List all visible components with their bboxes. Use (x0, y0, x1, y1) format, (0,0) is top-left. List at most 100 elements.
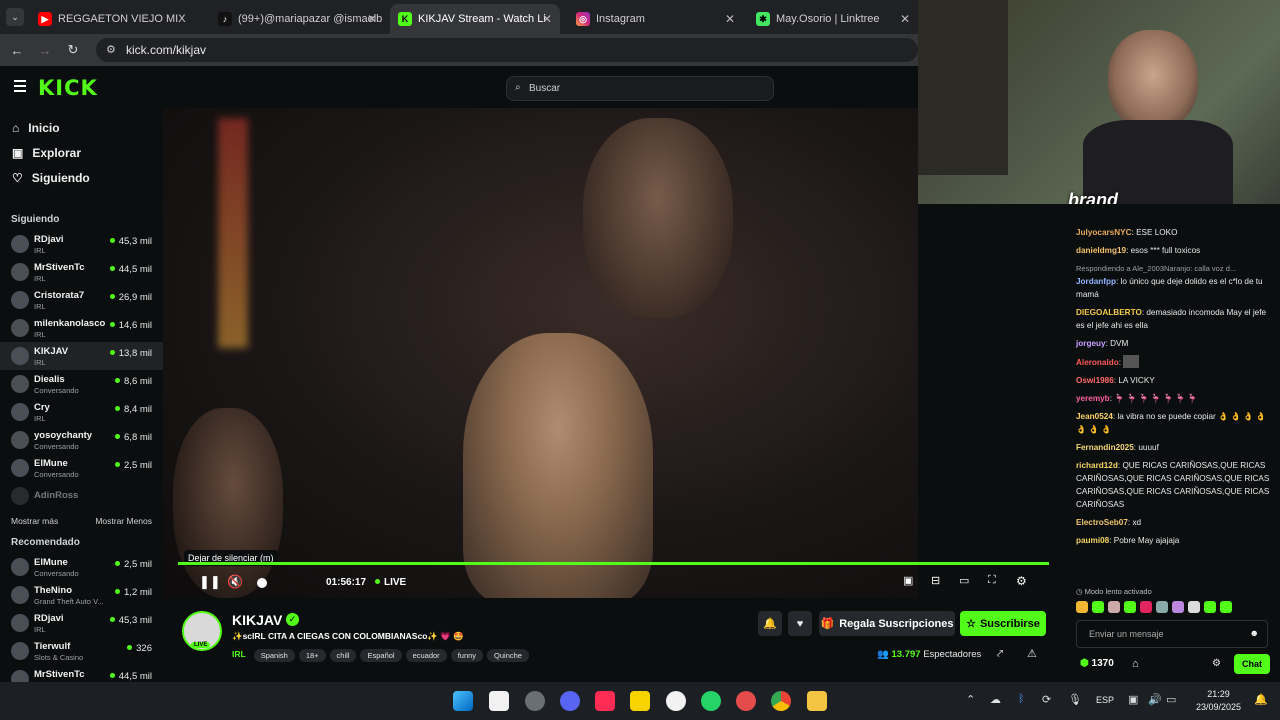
bluetooth-icon[interactable]: ᛒ (1018, 693, 1025, 705)
cloud-icon[interactable]: ☁ (990, 693, 1001, 706)
chat-username[interactable]: Jean0524 (1076, 412, 1113, 421)
emote-icon[interactable] (1172, 601, 1184, 613)
sync-icon[interactable]: ⟳ (1042, 693, 1051, 706)
send-chat-button[interactable]: Chat (1234, 654, 1270, 674)
search-input[interactable]: ⌕ Buscar (506, 76, 774, 101)
subscribe-button[interactable]: ☆ Suscribirse (960, 611, 1046, 636)
chat-username[interactable]: ElectroSeb07 (1076, 518, 1128, 527)
emote-icon[interactable] (1076, 601, 1088, 613)
chat-username[interactable]: Oswi1986 (1076, 376, 1114, 385)
chat-username[interactable]: DIEGOALBERTO (1076, 308, 1142, 317)
chat-username[interactable]: Jordanfpp (1076, 277, 1116, 286)
nav-home[interactable]: ⌂ Inicio (0, 115, 163, 140)
follow-button[interactable]: ♥ (788, 611, 812, 636)
settings-icon[interactable]: ⚙ (1212, 658, 1221, 669)
pip-icon[interactable]: ▣ (903, 574, 913, 587)
tab-tiktok[interactable]: ♪ (99+)@mariapazar @ismaelb ✕ (210, 4, 385, 34)
kick-logo[interactable]: KICK (38, 76, 98, 100)
tiktok-icon[interactable] (595, 691, 615, 711)
battery-icon[interactable]: ▭ (1166, 693, 1176, 706)
tab-instagram[interactable]: ◎ Instagram ✕ (568, 4, 743, 34)
channel-row[interactable]: MrStivenTcIRL44,5 mil (0, 258, 163, 286)
gift-icon[interactable]: ⌂ (1132, 658, 1139, 670)
settings-icon[interactable]: ⚙ (1016, 574, 1027, 588)
emote-icon[interactable] (1156, 601, 1168, 613)
chrome-icon[interactable] (771, 691, 791, 711)
chat-username[interactable]: Fernandin2025 (1076, 443, 1134, 452)
channel-row[interactable]: TheNino Grand Theft Auto V... 1,2 mil (0, 581, 163, 609)
channel-row[interactable]: RDjavi IRL 45,3 mil (0, 230, 163, 258)
notification-bell-button[interactable]: 🔔 (758, 611, 782, 636)
obs-icon[interactable] (525, 691, 545, 711)
tab-youtube[interactable]: ▶ REGGAETON VIEJO MIX (30, 4, 190, 34)
report-icon[interactable]: ⚠ (1027, 647, 1037, 660)
chat-username[interactable]: richard12d (1076, 461, 1118, 470)
discord-icon[interactable] (560, 691, 580, 711)
channel-row[interactable]: MrStivenTcIRL44,5 mil (0, 665, 163, 682)
theater-mode-icon[interactable]: ▭ (959, 574, 969, 587)
emoji-icon[interactable]: ☻ (1250, 628, 1259, 638)
chat-username[interactable]: paumi08 (1076, 536, 1109, 545)
capcut-icon[interactable] (489, 691, 509, 711)
emote-icon[interactable] (1204, 601, 1216, 613)
chevron-up-icon[interactable]: ⌃ (966, 693, 975, 706)
reload-icon[interactable]: ↻ (62, 42, 84, 58)
gift-subs-button[interactable]: 🎁 Regala Suscripciones (819, 611, 955, 636)
notification-icon[interactable]: 🔔 (1254, 693, 1268, 706)
tag-chip[interactable]: 18+ (298, 649, 326, 662)
back-icon[interactable]: ← (6, 43, 28, 58)
emote-icon[interactable] (1220, 601, 1232, 613)
display-icon[interactable]: ▣ (1128, 693, 1138, 706)
forward-icon[interactable]: → (34, 43, 56, 58)
clip-icon[interactable]: ⊟ (931, 574, 940, 587)
channel-row[interactable]: Cristorata7 IRL 26,9 mil (0, 286, 163, 314)
close-icon[interactable]: ✕ (367, 12, 377, 26)
volume-icon[interactable]: 🔇 (227, 574, 243, 590)
channel-row[interactable]: Cry IRL 8,4 mil (0, 398, 163, 426)
tag-chip[interactable]: Spanish (253, 649, 295, 662)
channel-row[interactable]: ElMune Conversando 2,5 mil (0, 553, 163, 581)
sticky-notes-icon[interactable] (630, 691, 650, 711)
channel-row[interactable]: yosoychanty Conversando 6,8 mil (0, 426, 163, 454)
volume-slider-knob[interactable] (257, 578, 267, 588)
video-player[interactable] (163, 108, 918, 598)
todo-icon[interactable] (736, 691, 756, 711)
language-indicator[interactable]: ESP (1096, 695, 1114, 705)
emote-icon[interactable] (1188, 601, 1200, 613)
nav-following[interactable]: ♡ Siguiendo (0, 165, 163, 190)
tag-chip[interactable]: Español (360, 649, 402, 662)
clock[interactable]: 21:29 23/09/2025 (1196, 688, 1241, 714)
microphone-icon[interactable]: 🎙 (1068, 693, 1082, 706)
channel-row[interactable]: ElMune Conversando 2,5 mil (0, 454, 163, 482)
chat-app-icon[interactable] (666, 691, 686, 711)
site-info-icon[interactable]: ⚙ (106, 43, 116, 56)
emote-icon[interactable] (1092, 601, 1104, 613)
channel-row[interactable]: KIKJAV IRL 13,8 mil (0, 342, 163, 370)
close-icon[interactable]: ✕ (900, 12, 910, 26)
chat-input[interactable]: Enviar un mensaje ☻ (1076, 620, 1268, 648)
menu-icon[interactable] (14, 80, 26, 92)
whatsapp-icon[interactable] (701, 691, 721, 711)
show-less-button[interactable]: Mostrar Menos (95, 516, 152, 526)
fullscreen-icon[interactable]: ⛶ (988, 574, 996, 587)
channel-row[interactable]: Diealis Conversando 8,6 mil (0, 370, 163, 398)
channel-row[interactable]: milenkanolasco IRL 14,6 mil (0, 314, 163, 342)
chat-username[interactable]: danieldmg19 (1076, 246, 1126, 255)
pause-icon[interactable]: ❚❚ (199, 574, 221, 590)
tag-chip[interactable]: chill (329, 649, 357, 662)
volume-icon[interactable]: 🔊 (1148, 693, 1162, 706)
channel-row[interactable]: RDjavi IRL 45,3 mil (0, 609, 163, 637)
nav-explore[interactable]: ▣ Explorar (0, 140, 163, 165)
tag-chip[interactable]: ecuador (405, 649, 447, 662)
chat-username[interactable]: Aleronaldo (1076, 358, 1119, 367)
chat-username[interactable]: jorgeuy (1076, 339, 1106, 348)
offline-channel[interactable]: AdinRoss (0, 482, 163, 510)
show-more-button[interactable]: Mostrar más (11, 516, 58, 526)
channel-points[interactable]: ⬢ 1370 (1080, 658, 1114, 669)
chat-username[interactable]: JulyocarsNYC (1076, 228, 1132, 237)
channel-row[interactable]: Tierwulf Slots & Casino 326 (0, 637, 163, 665)
emote-icon[interactable] (1108, 601, 1120, 613)
file-explorer-icon[interactable] (807, 691, 827, 711)
windows-start-icon[interactable] (453, 691, 473, 711)
tab-search-button[interactable]: ⌄ (6, 8, 24, 26)
